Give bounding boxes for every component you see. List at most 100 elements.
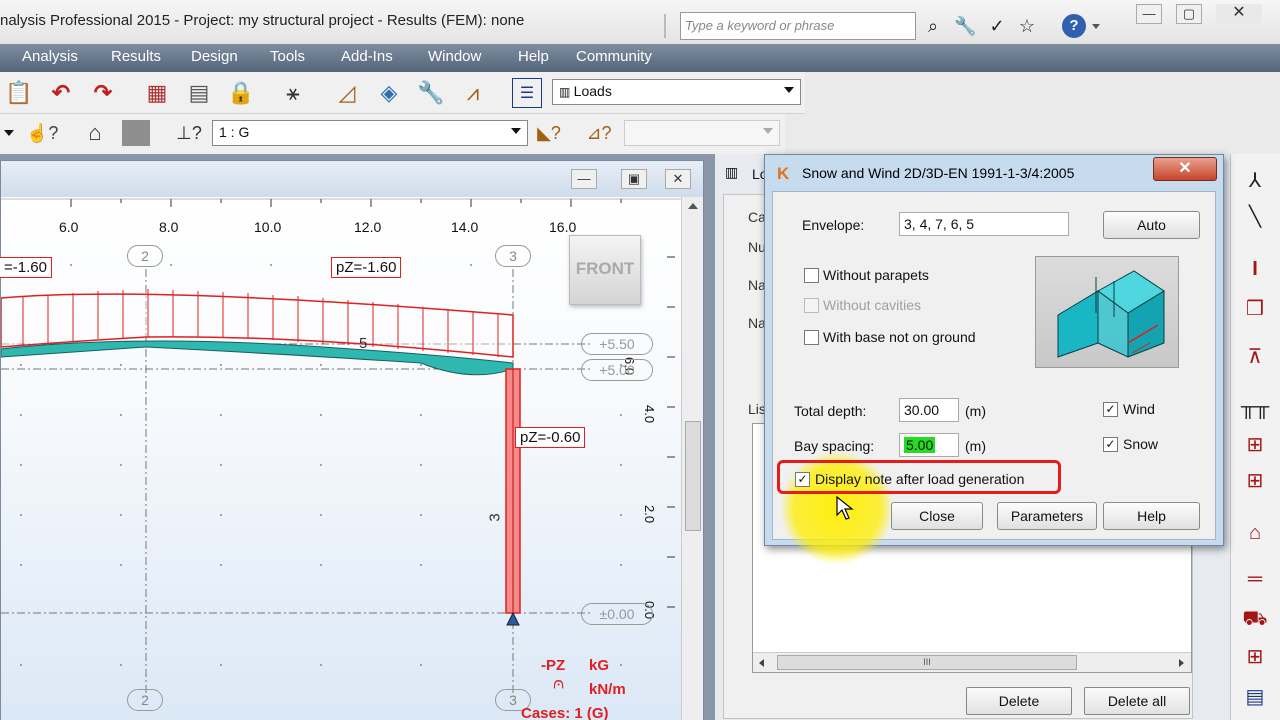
- lock-icon[interactable]: 🔒: [226, 78, 256, 108]
- title-bar: nalysis Professional 2015 - Project: my …: [0, 0, 1280, 44]
- load-case-icon[interactable]: ⊥?: [174, 118, 204, 148]
- bay-spacing-value: 5.00: [904, 437, 936, 453]
- title-separator: [664, 14, 666, 38]
- menu-window[interactable]: Window: [428, 48, 481, 65]
- close-app-button[interactable]: ✕: [1216, 4, 1262, 24]
- wind-checkbox[interactable]: ✓: [1103, 402, 1118, 417]
- view-minimize-button[interactable]: —: [571, 169, 597, 189]
- load-table-strip-icon[interactable]: ⊞: [1239, 466, 1271, 496]
- snow-wind-icon[interactable]: ⌂: [1239, 518, 1271, 548]
- help-icon[interactable]: ?: [1062, 14, 1086, 38]
- pointer-help-icon[interactable]: ☝?: [26, 118, 58, 148]
- auto-button[interactable]: Auto: [1103, 211, 1200, 239]
- combo-edge-arrow-icon[interactable]: [4, 130, 14, 136]
- frame-icon[interactable]: ⌂: [80, 118, 110, 148]
- view-cube-front[interactable]: FRONT: [569, 235, 641, 305]
- dialog-close-icon[interactable]: ✕: [1153, 157, 1217, 181]
- load-tag[interactable]: =-1.60: [0, 257, 52, 278]
- redo-icon[interactable]: ↷: [88, 78, 118, 108]
- envelope-field[interactable]: 3, 4, 7, 6, 5: [899, 212, 1069, 236]
- vehicle-icon[interactable]: ⛟: [1239, 604, 1271, 634]
- window-title: nalysis Professional 2015 - Project: my …: [0, 12, 525, 29]
- load-definition-icon[interactable]: ◣?: [534, 118, 564, 148]
- load-strip-icon[interactable]: ⊞: [1239, 430, 1271, 460]
- load-tag[interactable]: pZ=-0.60: [515, 427, 586, 448]
- menu-tools[interactable]: Tools: [270, 48, 305, 65]
- drawing-canvas[interactable]: 6.0 8.0 10.0 12.0 14.0 16.0 6.0 4.0 2.0 …: [0, 197, 681, 720]
- bay-spacing-field[interactable]: 5.00: [899, 433, 959, 457]
- delete-button[interactable]: Delete: [966, 687, 1072, 715]
- structure-icon[interactable]: ◿: [332, 78, 362, 108]
- menu-add-ins[interactable]: Add-Ins: [341, 48, 393, 65]
- node-icon[interactable]: ⚹: [278, 78, 308, 108]
- chevron-down-icon: [511, 128, 521, 134]
- menu-results[interactable]: Results: [111, 48, 161, 65]
- calculator-icon[interactable]: ▦: [142, 78, 172, 108]
- scroll-left-arrow-icon[interactable]: [759, 659, 764, 667]
- favorites-star-icon[interactable]: ☆: [1016, 15, 1038, 37]
- moving-load-icon[interactable]: ═: [1239, 564, 1271, 594]
- combination-icon[interactable]: ⊞: [1239, 642, 1271, 672]
- search-input[interactable]: Type a keyword or phrase: [680, 12, 916, 40]
- scroll-right-arrow-icon[interactable]: [1179, 659, 1184, 667]
- layout-select[interactable]: ▥ Loads: [552, 79, 801, 105]
- wrench-icon[interactable]: 🔧: [954, 15, 976, 37]
- release-icon[interactable]: ╥╥: [1239, 392, 1271, 422]
- support-icon: [506, 611, 520, 626]
- load-case-select[interactable]: 1 : G: [212, 120, 528, 146]
- view-close-button[interactable]: ✕: [665, 169, 691, 189]
- subscription-icon[interactable]: ✓: [986, 15, 1008, 37]
- axes-icon[interactable]: ⅄: [1239, 166, 1271, 196]
- menu-analysis[interactable]: Analysis: [22, 48, 78, 65]
- dialog-body: Envelope: 3, 4, 7, 6, 5 Auto Without par…: [772, 191, 1216, 564]
- menu-bar: Analysis Results Design Tools Add-Ins Wi…: [0, 44, 1280, 72]
- view-vertical-scrollbar[interactable]: [681, 197, 703, 720]
- base-not-on-ground-label: With base not on ground: [823, 329, 976, 345]
- total-depth-field[interactable]: 30.00: [899, 398, 959, 422]
- load-tag[interactable]: pZ=-1.60: [331, 257, 402, 278]
- calc-icon[interactable]: ▤: [1239, 682, 1271, 712]
- delete-all-button[interactable]: Delete all: [1084, 687, 1190, 715]
- total-depth-unit: (m): [965, 403, 986, 419]
- display-note-label: Display note after load generation: [815, 471, 1025, 487]
- h-scroll-thumb[interactable]: III: [777, 655, 1077, 670]
- without-cavities-label: Without cavities: [823, 297, 922, 313]
- minimize-button[interactable]: —: [1136, 4, 1162, 24]
- cube-icon[interactable]: ◈: [374, 78, 404, 108]
- x-tick-label: 10.0: [254, 219, 282, 235]
- parameters-button[interactable]: Parameters: [997, 502, 1097, 530]
- scroll-thumb[interactable]: [685, 421, 701, 531]
- load-case-select-value: 1 : G: [219, 124, 250, 140]
- view-restore-button[interactable]: ▣: [621, 169, 647, 189]
- without-parapets-checkbox[interactable]: [804, 268, 819, 283]
- support-strip-icon[interactable]: ⊼: [1239, 342, 1271, 372]
- help-dropdown-icon[interactable]: [1092, 24, 1100, 29]
- menu-community[interactable]: Community: [576, 48, 652, 65]
- material-icon[interactable]: ❒: [1239, 294, 1271, 324]
- chevron-down-icon: [784, 87, 794, 93]
- snow-checkbox[interactable]: ✓: [1103, 437, 1118, 452]
- display-note-checkbox[interactable]: ✓: [795, 472, 810, 487]
- tools-icon[interactable]: 🔧: [416, 78, 446, 108]
- truss-icon[interactable]: ⩘: [458, 78, 488, 108]
- scroll-up-arrow-icon[interactable]: [688, 203, 698, 209]
- menu-design[interactable]: Design: [191, 48, 238, 65]
- list-scrollbar[interactable]: III: [753, 652, 1191, 672]
- table-icon[interactable]: ▤: [184, 78, 214, 108]
- help-button[interactable]: Help: [1103, 502, 1200, 530]
- grid-bubble: 3: [495, 245, 531, 267]
- undo-icon[interactable]: ↶: [46, 78, 76, 108]
- base-not-on-ground-checkbox[interactable]: [804, 330, 819, 345]
- menu-help[interactable]: Help: [518, 48, 549, 65]
- section-icon[interactable]: I: [1239, 254, 1271, 284]
- load-table-icon[interactable]: ⊿?: [584, 118, 614, 148]
- close-button[interactable]: Close: [891, 502, 983, 530]
- binoculars-icon[interactable]: ⌕: [922, 15, 944, 37]
- x-tick-label: 12.0: [354, 219, 382, 235]
- gray-square-icon[interactable]: [122, 120, 150, 146]
- bar-icon[interactable]: ╲: [1239, 202, 1271, 232]
- member-label: 3: [486, 513, 504, 522]
- layout-icon[interactable]: ☰: [512, 78, 542, 108]
- paste-icon[interactable]: 📋: [4, 78, 34, 108]
- restore-button[interactable]: ▢: [1176, 4, 1202, 24]
